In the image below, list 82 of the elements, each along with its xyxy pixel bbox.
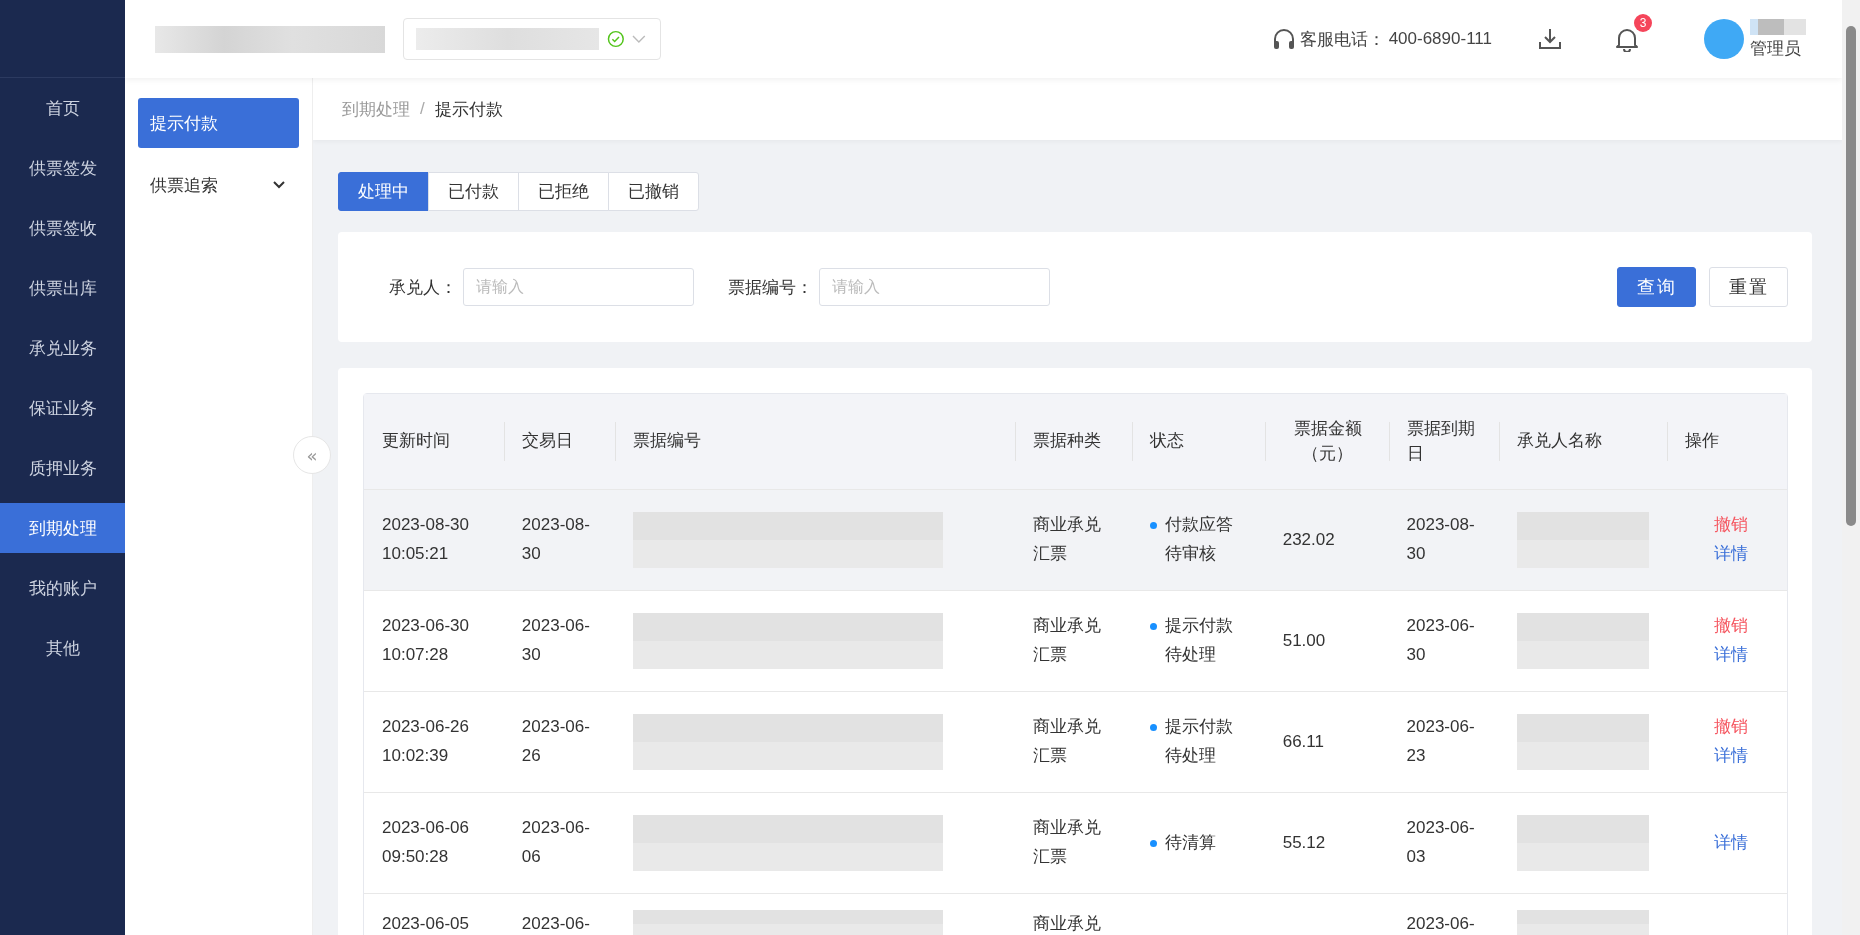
column-header: 交易日	[503, 394, 615, 489]
nav-item[interactable]: 供票签收	[0, 203, 125, 253]
table-cell-text: 2023-06- 06	[521, 817, 590, 868]
nav-item[interactable]: 供票出库	[0, 263, 125, 313]
column-header: 更新时间	[381, 430, 451, 453]
status-dot-icon	[1149, 623, 1157, 631]
table-cell-text: 66.11	[1282, 730, 1324, 753]
table-cell-text: 2023-06- 30	[521, 615, 590, 666]
status-tab[interactable]: 已拒绝	[518, 172, 609, 211]
table-cell-text: 2023-08- 30	[1406, 514, 1475, 565]
table-cell-text: 2023-06-05	[382, 913, 469, 935]
headset-icon	[1271, 28, 1296, 50]
input-field[interactable]: 请输入	[463, 268, 694, 306]
details-link[interactable]: 详情	[1714, 828, 1749, 858]
notification-badge: 3	[1634, 14, 1652, 32]
status-tab[interactable]: 已撤销	[608, 172, 699, 211]
breadcrumb-current: 提示付款	[434, 98, 503, 121]
avatar[interactable]	[1704, 19, 1744, 59]
status-text: 提示付款 待处理	[1149, 713, 1233, 771]
hotline-label: 客服电话：	[1299, 28, 1385, 51]
search-button[interactable]: 查询	[1617, 267, 1696, 307]
table-cell-text: 商业承兑	[1033, 913, 1102, 935]
status-dot-icon	[1149, 522, 1157, 530]
table-cell-text: 2023-06-	[1406, 913, 1475, 935]
status-text: 提示付款 待处理	[1149, 612, 1233, 670]
table-cell-text: 2023-06-06 09:50:28	[382, 817, 469, 868]
status-tab[interactable]: 已付款	[428, 172, 519, 211]
submenu-item[interactable]: 提示付款	[138, 98, 299, 148]
nav-item[interactable]: 质押业务	[0, 443, 125, 493]
status-tab[interactable]: 处理中	[338, 172, 429, 211]
field-label: 票据编号：	[728, 276, 813, 299]
table-cell-text: 商业承兑 汇票	[1033, 817, 1102, 868]
check-circle-icon	[606, 30, 625, 48]
reset-button[interactable]: 重置	[1709, 267, 1788, 307]
nav-item[interactable]: 首页	[0, 83, 125, 133]
column-header: 操作	[1667, 394, 1787, 489]
column-header: 票据金额（元）	[1264, 394, 1389, 489]
details-link[interactable]: 详情	[1714, 540, 1749, 569]
field-label: 承兑人：	[389, 276, 457, 299]
table-cell-text: 商业承兑 汇票	[1033, 514, 1102, 565]
table-cell-text: 232.02	[1282, 528, 1335, 551]
details-link[interactable]: 详情	[1714, 742, 1749, 771]
table-cell-text: 2023-06-26 10:02:39	[382, 716, 469, 767]
table-cell-text: 2023-06-	[521, 913, 590, 935]
status-dot-icon	[1149, 839, 1157, 847]
column-header: 票据到期日	[1388, 394, 1500, 489]
nav-item[interactable]: 承兑业务	[0, 323, 125, 373]
status-dot-icon	[1149, 724, 1157, 732]
table-cell-text: 2023-06- 26	[521, 716, 590, 767]
column-header: 票据编号	[614, 394, 1015, 489]
user-role: 管理员	[1750, 37, 1801, 60]
chevron-down-icon	[632, 34, 646, 44]
table-cell-text: 2023-06- 03	[1406, 817, 1475, 868]
download-icon[interactable]	[1538, 27, 1562, 51]
table-cell-text: 2023-08- 30	[521, 514, 590, 565]
blurred-user-name	[1750, 18, 1806, 35]
nav-item[interactable]: 我的账户	[0, 563, 125, 613]
nav-item[interactable]: 供票签发	[0, 143, 125, 193]
table-cell-text: 2023-06- 30	[1406, 615, 1475, 666]
column-header: 状态	[1131, 394, 1265, 489]
submenu-item[interactable]: 供票追索	[138, 160, 299, 210]
details-link[interactable]: 详情	[1714, 641, 1749, 670]
table-cell-text: 商业承兑 汇票	[1033, 615, 1102, 666]
nav-item[interactable]: 保证业务	[0, 383, 125, 433]
column-header: 承兑人名称	[1499, 394, 1668, 489]
status-text: 付款应答 待审核	[1149, 511, 1233, 569]
hotline-number: 400-6890-111	[1388, 29, 1492, 49]
breadcrumb-separator: /	[420, 99, 425, 119]
table-cell-text: 2023-06- 23	[1406, 716, 1475, 767]
status-text: 待清算	[1149, 828, 1216, 858]
table-cell-text: 2023-06-30 10:07:28	[382, 615, 469, 666]
column-header: 票据种类	[1015, 394, 1132, 489]
nav-item[interactable]: 到期处理	[0, 503, 125, 553]
table-cell-text: 55.12	[1282, 831, 1326, 854]
bell-icon[interactable]	[1614, 26, 1640, 52]
table-cell-text: 2023-08-30 10:05:21	[382, 514, 469, 565]
nav-item[interactable]: 其他	[0, 623, 125, 673]
scrollbar[interactable]	[1842, 0, 1860, 935]
input-field[interactable]: 请输入	[819, 268, 1050, 306]
chevron-down-icon	[273, 181, 285, 189]
table-cell-text: 商业承兑 汇票	[1033, 716, 1102, 767]
table-cell-text: 51.00	[1282, 629, 1326, 652]
